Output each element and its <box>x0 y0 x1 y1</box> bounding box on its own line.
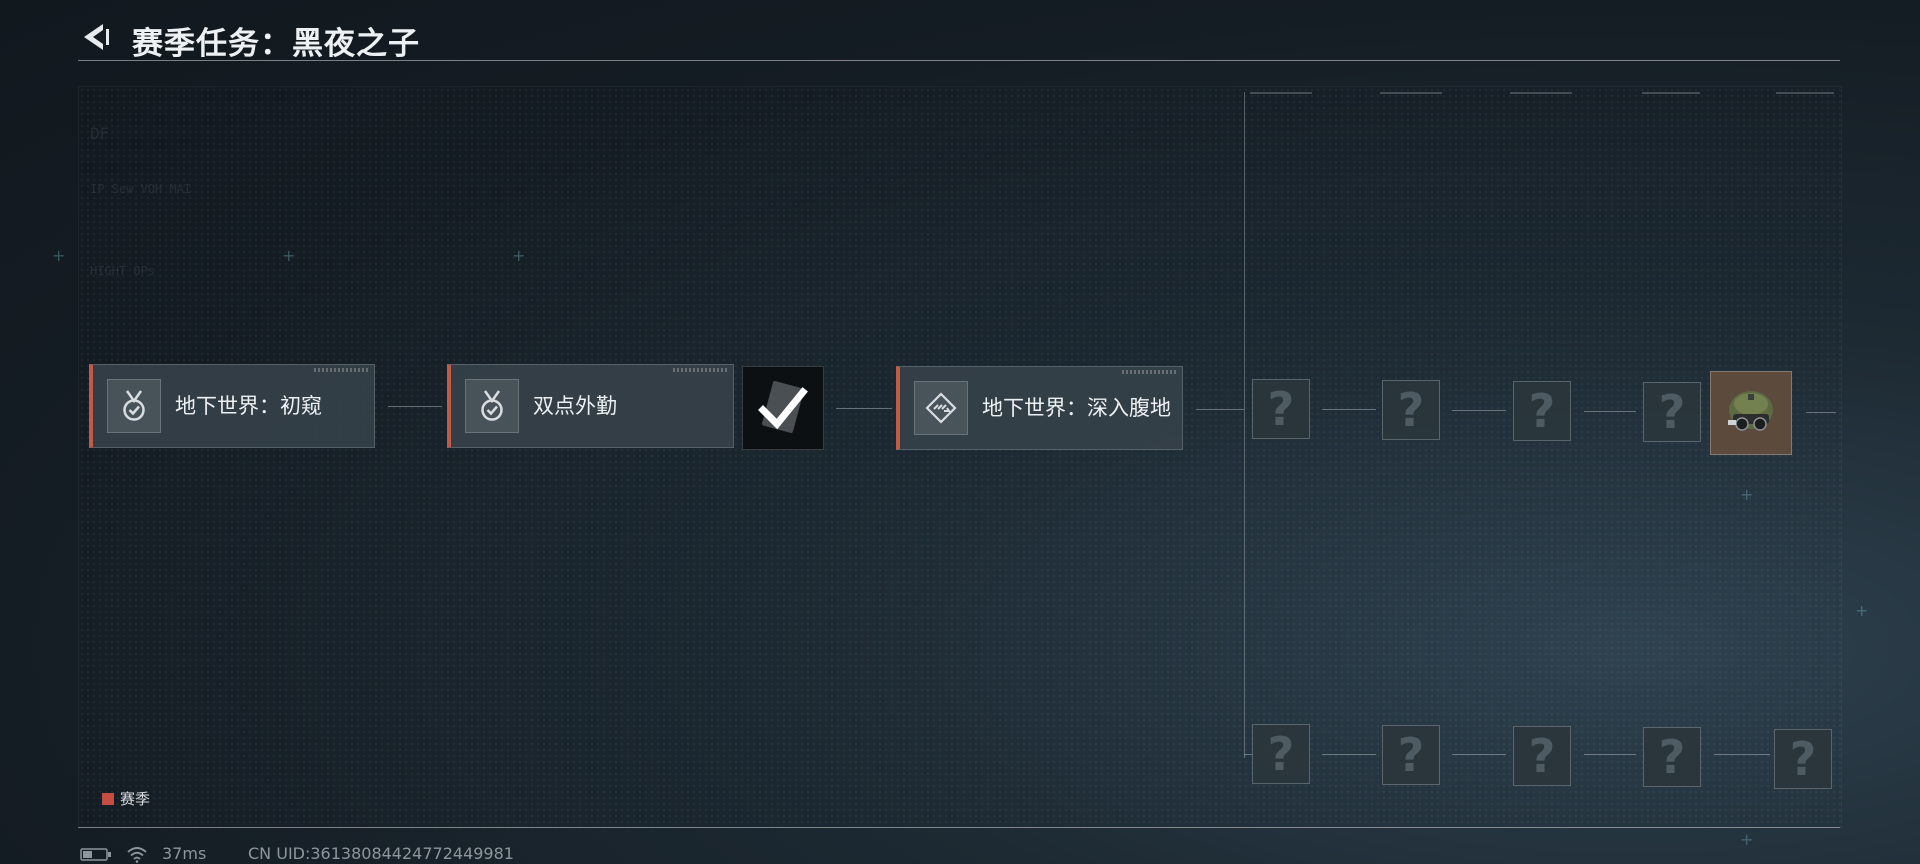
path-connector <box>1452 410 1506 411</box>
question-mark-icon: ? <box>1528 384 1556 438</box>
reward-item-slot[interactable] <box>1710 371 1792 455</box>
legend-label: 赛季 <box>120 790 151 808</box>
path-connector <box>1452 754 1506 755</box>
task-completed-marker <box>742 366 824 450</box>
path-connector <box>1322 409 1376 410</box>
task-card-underworld-first-look[interactable]: 地下世界：初窥 <box>89 364 375 448</box>
task-icon-frame <box>914 381 968 435</box>
player-uid: CN UID:36138084424772449981 <box>248 844 514 863</box>
locked-task-slot[interactable]: ? <box>1643 382 1701 442</box>
locked-task-slot[interactable]: ? <box>1643 727 1701 787</box>
path-connector <box>1806 412 1836 413</box>
locked-task-slot[interactable]: ? <box>1513 726 1571 786</box>
question-mark-icon: ? <box>1789 732 1817 786</box>
night-vision-helmet-icon <box>1728 391 1773 431</box>
checkmark-icon <box>758 381 808 433</box>
back-arrow-icon <box>84 24 109 50</box>
locked-task-slot[interactable]: ? <box>1774 729 1832 789</box>
footer-divider <box>78 827 1840 828</box>
faint-hud-text: DF <box>90 124 110 143</box>
battery-icon <box>80 847 111 861</box>
quest-board-background <box>78 86 1842 828</box>
locked-task-slot[interactable]: ? <box>1382 380 1440 440</box>
header: 赛季任务：黑夜之子 <box>78 14 1840 62</box>
question-mark-icon: ? <box>1658 385 1686 439</box>
column-marker <box>1776 92 1834 94</box>
legend: 赛季 <box>102 788 150 809</box>
crosshair-decoration: + <box>52 246 66 265</box>
question-mark-icon: ? <box>1397 728 1425 782</box>
path-connector <box>1584 411 1636 412</box>
locked-task-slot[interactable]: ? <box>1513 381 1571 441</box>
locked-task-slot[interactable]: ? <box>1382 725 1440 785</box>
question-mark-icon: ? <box>1397 383 1425 437</box>
branch-divider <box>1244 92 1245 758</box>
locked-task-slot[interactable]: ? <box>1252 724 1310 784</box>
status-bar: 37ms <box>80 844 206 863</box>
crosshair-decoration: + <box>282 246 296 265</box>
task-card-underworld-deep-dive[interactable]: 地下世界：深入腹地 <box>896 366 1183 450</box>
crosshair-decoration: + <box>1740 485 1754 504</box>
wifi-icon <box>127 846 147 863</box>
back-button[interactable] <box>78 20 112 54</box>
path-connector <box>1322 754 1376 755</box>
path-connector <box>388 406 442 407</box>
crosshair-decoration: + <box>1855 601 1869 620</box>
path-connector <box>1244 754 1252 755</box>
legend-swatch <box>102 792 114 805</box>
column-marker <box>1642 92 1700 94</box>
task-label: 地下世界：深入腹地 <box>982 396 1171 420</box>
task-label: 双点外勤 <box>533 394 617 418</box>
question-mark-icon: ? <box>1528 729 1556 783</box>
waypoint-icon <box>925 392 957 424</box>
ping-value: 37ms <box>162 844 207 863</box>
task-icon-frame <box>465 379 519 433</box>
page-title: 赛季任务：黑夜之子 <box>132 26 420 62</box>
faint-hud-text: HIGHT OPs <box>90 264 156 278</box>
locked-task-slot[interactable]: ? <box>1252 379 1310 439</box>
task-card-dual-point-field[interactable]: 双点外勤 <box>447 364 734 448</box>
column-marker <box>1250 92 1312 94</box>
column-marker <box>1380 92 1442 94</box>
crosshair-decoration: + <box>512 246 526 265</box>
path-connector <box>836 408 892 409</box>
faint-hud-text: IP Sew VOH MAI <box>90 182 192 196</box>
question-mark-icon: ? <box>1658 730 1686 784</box>
question-mark-icon: ? <box>1267 382 1295 436</box>
crosshair-decoration: + <box>1740 830 1754 849</box>
path-connector <box>1714 754 1770 755</box>
medal-check-icon <box>481 390 503 421</box>
task-icon-frame <box>107 379 161 433</box>
question-mark-icon: ? <box>1267 727 1295 781</box>
path-connector <box>1196 409 1244 410</box>
task-label: 地下世界：初窥 <box>175 394 322 418</box>
column-marker <box>1510 92 1572 94</box>
medal-check-icon <box>123 390 145 421</box>
path-connector <box>1584 754 1636 755</box>
